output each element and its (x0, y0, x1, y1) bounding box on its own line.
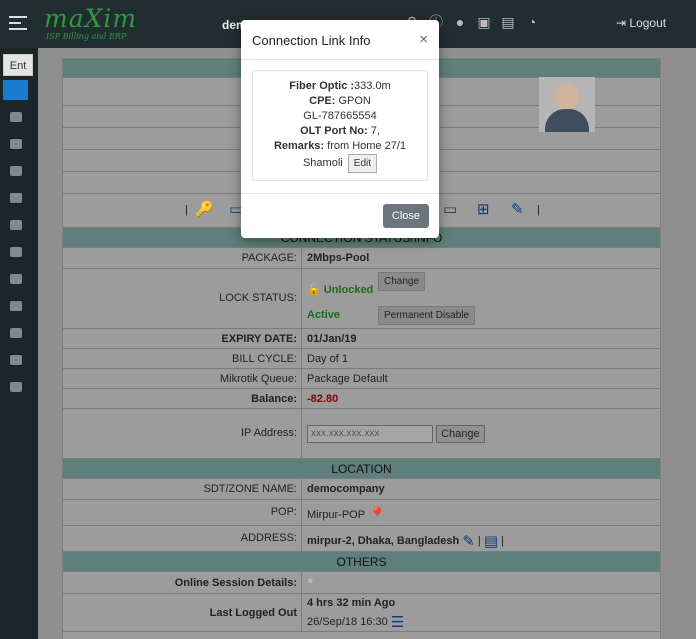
zone-row: SDT/ZONE NAME: democompany (63, 479, 660, 500)
balance-row: Balance: -82.80 (63, 389, 660, 409)
last-logout-label: Last Logged Out (209, 607, 297, 619)
zone-label: SDT/ZONE NAME: (203, 483, 297, 495)
sidebar-book-icon[interactable] (10, 274, 22, 284)
permanent-disable-button[interactable]: Permanent Disable (378, 306, 476, 325)
package-label: PACKAGE: (241, 252, 297, 264)
map-marker-icon[interactable]: 📍 (368, 506, 387, 524)
logout-time: 26/Sep/18 16:30 (307, 615, 388, 628)
package-row: PACKAGE: 2Mbps-Pool (63, 248, 660, 269)
online-label: Online Session Details: (174, 577, 297, 589)
screen-icon[interactable]: ▭ (443, 200, 457, 218)
balance-value: -82.80 (307, 393, 339, 405)
modal-header: Connection Link Info × (241, 20, 439, 60)
sidebar-user-icon[interactable] (10, 193, 22, 203)
link-info-box: Fiber Optic :333.0m CPE: GPON GL-7876655… (252, 70, 428, 181)
address-row: ADDRESS: mirpur-2, Dhaka, Bangladesh ✎ |… (63, 526, 660, 552)
address-label: ADDRESS: (240, 532, 297, 544)
bill-value: Day of 1 (307, 353, 348, 365)
brand-tagline: ISP Billing and ERP (46, 32, 127, 41)
pop-label: POP: (270, 506, 297, 518)
bill-row: BILL CYCLE: Day of 1 (63, 349, 660, 369)
change-lock-button[interactable]: Change (378, 272, 426, 291)
key-icon[interactable]: 🔑 (195, 200, 214, 218)
expiry-row: EXPIRY DATE: 01/Jan/19 (63, 329, 660, 349)
online-bulb-icon[interactable]: ● (307, 575, 314, 587)
modal-body: Fiber Optic :333.0m CPE: GPON GL-7876655… (241, 60, 439, 191)
cpe-value: GPON (338, 95, 371, 107)
dashboard-icon[interactable]: ◔ (524, 14, 540, 30)
sidebar-plus-icon[interactable] (10, 355, 22, 365)
modal-title: Connection Link Info (252, 33, 371, 48)
logout-label: Logout (629, 16, 667, 30)
fiber-label: Fiber Optic : (289, 80, 355, 92)
remarks-label: Remarks: (273, 140, 325, 152)
bill-label: BILL CYCLE: (231, 353, 297, 365)
pop-value: Mirpur-POP (307, 508, 365, 521)
list-icon[interactable]: ☰ (391, 613, 404, 631)
address-card-icon[interactable]: ▤ (484, 532, 498, 550)
logout-ago: 4 hrs 32 min Ago (307, 597, 396, 609)
queue-row: Mikrotik Queue: Package Default (63, 369, 660, 389)
olt-label: OLT Port No: (300, 125, 368, 137)
expiry-label: EXPIRY DATE: (221, 333, 297, 345)
address-value: mirpur-2, Dhaka, Bangladesh (307, 534, 460, 547)
fiber-value: 333.0m (354, 80, 391, 92)
location-section-title: LOCATION (63, 459, 660, 479)
network-icon[interactable]: ⊞ (477, 200, 490, 218)
sidebar-card-icon[interactable] (10, 220, 22, 230)
lock-row: LOCK STATUS: 🔓 Unlocked Change Active Pe… (63, 269, 660, 329)
edit-icon[interactable]: ✎ (511, 200, 524, 218)
active-state: Active (307, 309, 341, 321)
zone-value: democompany (307, 483, 385, 495)
sidebar-support-icon[interactable] (10, 301, 22, 311)
cpe-label: CPE: (309, 95, 336, 107)
last-logout-row: Last Logged Out 4 hrs 32 min Ago 26/Sep/… (63, 594, 660, 632)
lock-state-text: Unlocked (323, 284, 374, 296)
expiry-value: 01/Jan/19 (307, 333, 357, 345)
edit-button[interactable]: Edit (347, 154, 378, 173)
app-logo[interactable]: maXim ISP Billing and ERP (44, 4, 138, 42)
divider: | (537, 204, 540, 216)
balance-label: Balance: (251, 393, 297, 405)
avatar (539, 77, 595, 132)
divider: | (185, 204, 188, 216)
olt-value: 7, (370, 125, 380, 137)
queue-value: Package Default (307, 373, 388, 385)
close-button[interactable]: Close (382, 204, 429, 228)
sidebar-settings-icon[interactable] (10, 382, 22, 392)
sidebar-users-icon[interactable] (10, 139, 22, 149)
brand-name: maXim (44, 4, 138, 33)
lock-label: LOCK STATUS: (219, 292, 297, 304)
ip-change-button[interactable]: Change (436, 425, 485, 443)
sidebar: Ent (0, 48, 38, 639)
modal-footer: Close (241, 193, 439, 238)
queue-label: Mikrotik Queue: (219, 373, 297, 385)
ip-input[interactable]: xxx.xxx.xxx.xxx (307, 425, 433, 443)
bulb-icon[interactable]: ● (452, 14, 468, 30)
close-icon[interactable]: × (419, 31, 428, 48)
menu-toggle-icon[interactable] (9, 16, 27, 30)
logout-link[interactable]: ⇥ Logout (616, 16, 666, 30)
sidebar-dashboard-icon[interactable] (10, 112, 22, 122)
others-section-title: OTHERS (63, 552, 660, 572)
connection-link-modal: Connection Link Info × Fiber Optic :333.… (241, 20, 439, 238)
ip-label: IP Address: (240, 427, 297, 439)
lock-state: 🔓 Unlocked (307, 284, 374, 296)
device-id: GL-787665554 (303, 110, 377, 122)
idcard-icon[interactable]: ▤ (500, 14, 516, 30)
online-row: Online Session Details: ● (63, 572, 660, 594)
package-value: 2Mbps-Pool (307, 252, 370, 264)
sidebar-mail-icon[interactable] (10, 247, 22, 257)
sidebar-chart-icon[interactable] (10, 328, 22, 338)
sidebar-search-icon[interactable] (3, 80, 28, 100)
ent-tab[interactable]: Ent (3, 54, 33, 76)
user-edit-icon[interactable]: ✎ (462, 532, 475, 550)
pop-row: POP: Mirpur-POP 📍 (63, 500, 660, 526)
ip-row: IP Address: xxx.xxx.xxx.xxx Change (63, 409, 660, 459)
news-icon[interactable]: ▣ (476, 14, 492, 30)
sidebar-network-icon[interactable] (10, 166, 22, 176)
